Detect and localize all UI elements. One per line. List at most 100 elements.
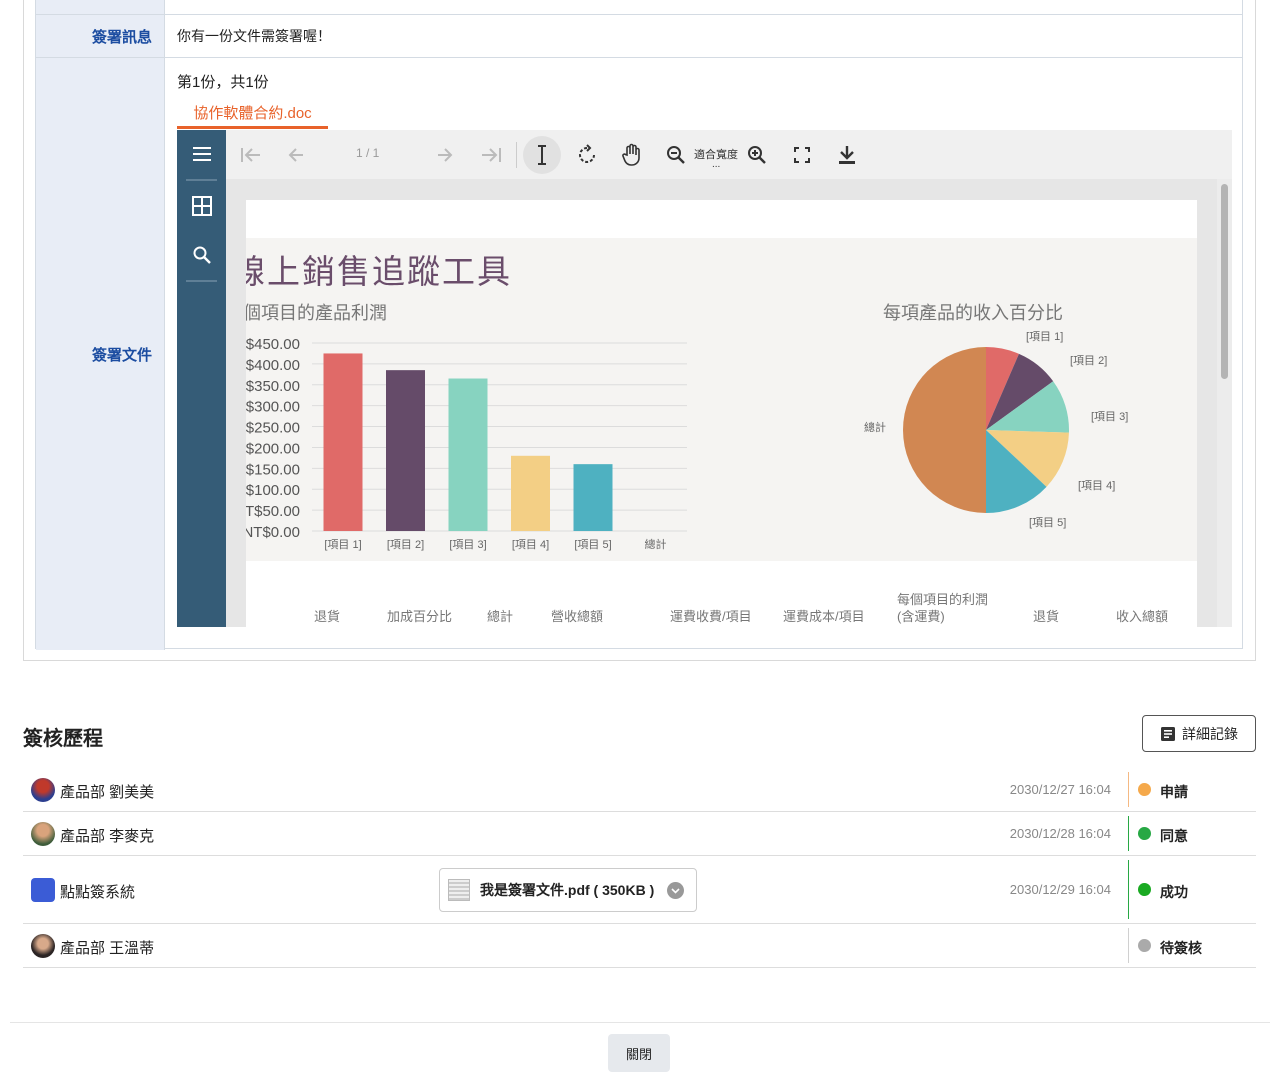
- text-select-icon[interactable]: [523, 136, 561, 174]
- document-label: 簽署文件: [36, 58, 165, 650]
- x-tick-label: [項目 5]: [574, 538, 611, 551]
- check-icon: [1138, 827, 1151, 840]
- column-header: 退貨: [314, 609, 341, 624]
- history-name: 點點簽系統: [60, 884, 136, 901]
- y-tick-label: $100.00: [246, 482, 300, 499]
- search-icon[interactable]: [177, 231, 226, 279]
- detail-log-button[interactable]: 詳細記錄: [1142, 715, 1256, 752]
- viewer-scroll-thumb[interactable]: [1221, 184, 1228, 379]
- y-tick-label: $450.00: [246, 336, 300, 353]
- tab-document[interactable]: 協作軟體合約.doc: [177, 98, 328, 129]
- history-row: 點點簽系統 我是簽署文件.pdf ( 350KB ) 2030/12/29 16…: [23, 856, 1256, 924]
- column-header: 退貨: [1033, 609, 1060, 624]
- x-tick-label: [項目 3]: [449, 538, 486, 551]
- pie-label: [項目 3]: [1091, 410, 1128, 423]
- y-tick-label: $150.00: [246, 461, 300, 478]
- zoom-menu[interactable]: ...: [712, 159, 720, 170]
- prev-page-icon[interactable]: [277, 136, 315, 174]
- avatar: [31, 778, 55, 802]
- system-logo-icon: [31, 878, 55, 902]
- status-line: [1128, 860, 1129, 919]
- detail-log-label: 詳細記錄: [1182, 725, 1238, 742]
- document-icon: [1161, 726, 1175, 741]
- history-title: 簽核歷程: [23, 728, 103, 750]
- x-tick-label: [項目 4]: [512, 538, 549, 551]
- history-name: 產品部 王溫蒂: [60, 940, 155, 957]
- menu-icon[interactable]: [177, 130, 226, 178]
- bar: [323, 353, 363, 531]
- download-icon[interactable]: [828, 136, 866, 174]
- bar: [573, 464, 613, 531]
- pie-label: 總計: [864, 420, 886, 434]
- file-thumbnail-icon: [448, 879, 470, 901]
- status-line: [1128, 816, 1129, 851]
- viewer-toolbar: 1 / 1 適合寬度 ...: [226, 130, 1232, 179]
- history-row: 產品部 劉美美 2030/12/27 16:04 申請: [23, 768, 1256, 812]
- pan-icon[interactable]: [613, 136, 651, 174]
- attached-file[interactable]: 我是簽署文件.pdf ( 350KB ): [439, 868, 697, 912]
- status-line: [1128, 928, 1129, 963]
- x-tick-label: [項目 1]: [324, 538, 361, 551]
- viewer-sidebar: [177, 130, 226, 627]
- pie-label: [項目 1]: [1026, 330, 1063, 343]
- message-value: 你有一份文件需簽署喔！: [177, 28, 331, 44]
- history-row: 產品部 李麥克 2030/12/28 16:04 同意: [23, 812, 1256, 856]
- pending-dot-icon: [1138, 939, 1151, 952]
- document-page: 線上銷售追蹤工具 每個項目的產品利潤 每項產品的收入百分比 NT$0.00NT$…: [246, 200, 1197, 627]
- info-row-message: 簽署訊息 你有一份文件需簽署喔！: [36, 15, 1242, 58]
- file-name: 我是簽署文件.pdf ( 350KB ): [480, 882, 655, 898]
- next-page-icon[interactable]: [426, 136, 464, 174]
- close-button[interactable]: 關閉: [608, 1034, 670, 1072]
- history-time: 2030/12/27 16:04: [1009, 782, 1111, 797]
- x-tick-label: 總計: [645, 537, 667, 551]
- history-name: 產品部 李麥克: [60, 828, 155, 845]
- charts-canvas: NT$0.00 NT$50.00 $100.00 $150.00 $200.00 $250…: [246, 330, 1128, 551]
- rotate-icon[interactable]: [568, 136, 606, 174]
- applicant-icon: [1138, 783, 1151, 796]
- y-tick-label: $400.00: [246, 357, 300, 374]
- pie-label: [項目 5]: [1029, 516, 1066, 529]
- column-header: 運費成本/項目: [783, 609, 865, 624]
- history-status: 成功: [1160, 884, 1188, 900]
- bar: [511, 455, 550, 531]
- history-name: 產品部 劉美美: [60, 784, 155, 801]
- history-time: 2030/12/28 16:04: [1009, 826, 1111, 841]
- y-tick-label: $250.00: [246, 420, 300, 437]
- document-count: 第1份，共1份: [177, 74, 269, 91]
- y-tick-label: NT$0.00: [246, 524, 300, 541]
- thumbnails-icon[interactable]: [177, 182, 226, 230]
- bar: [386, 370, 425, 531]
- column-header: 加成百分比: [387, 609, 453, 624]
- info-row-document: 簽署文件 第1份，共1份 協作軟體合約.doc 1 / 1 適合寬度 ... 線…: [36, 58, 1242, 650]
- fullscreen-icon[interactable]: [783, 136, 821, 174]
- chevron-down-icon[interactable]: [667, 882, 684, 899]
- page-indicator: 1 / 1: [356, 146, 380, 160]
- message-label: 簽署訊息: [36, 15, 165, 57]
- history-status: 同意: [1160, 828, 1188, 844]
- success-dot-icon: [1138, 883, 1151, 896]
- column-header: 每個項目的利潤 (含運費): [897, 592, 989, 624]
- y-tick-label: NT$50.00: [246, 503, 300, 520]
- status-line: [1128, 772, 1129, 807]
- zoom-out-icon[interactable]: [657, 136, 695, 174]
- bar: [448, 378, 488, 531]
- zoom-in-icon[interactable]: [738, 136, 776, 174]
- history-row: 產品部 王溫蒂 待簽核: [23, 924, 1256, 968]
- info-row-top: [36, 0, 1242, 15]
- first-page-icon[interactable]: [232, 136, 270, 174]
- document-viewer: 1 / 1 適合寬度 ... 線上銷售追蹤工具 個項目的產品利潤 每項產品的收入…: [177, 130, 1232, 627]
- footer: 關閉: [10, 1022, 1270, 1080]
- column-header: 收入總額: [1116, 609, 1169, 624]
- avatar: [31, 822, 55, 846]
- y-tick-label: $300.00: [246, 399, 300, 416]
- last-page-icon[interactable]: [472, 136, 510, 174]
- pie-slice: [903, 347, 986, 513]
- column-header: 總計: [487, 609, 514, 624]
- pie-label: [項目 2]: [1070, 354, 1107, 367]
- history-time: 2030/12/29 16:04: [1009, 882, 1111, 897]
- history-status: 待簽核: [1160, 940, 1202, 956]
- pie-label: [項目 4]: [1078, 479, 1115, 492]
- info-table: 簽署訊息 你有一份文件需簽署喔！ 簽署文件 第1份，共1份 協作軟體合約.doc: [35, 0, 1243, 650]
- avatar: [31, 934, 55, 958]
- column-header: 運費收費/項目: [670, 609, 752, 624]
